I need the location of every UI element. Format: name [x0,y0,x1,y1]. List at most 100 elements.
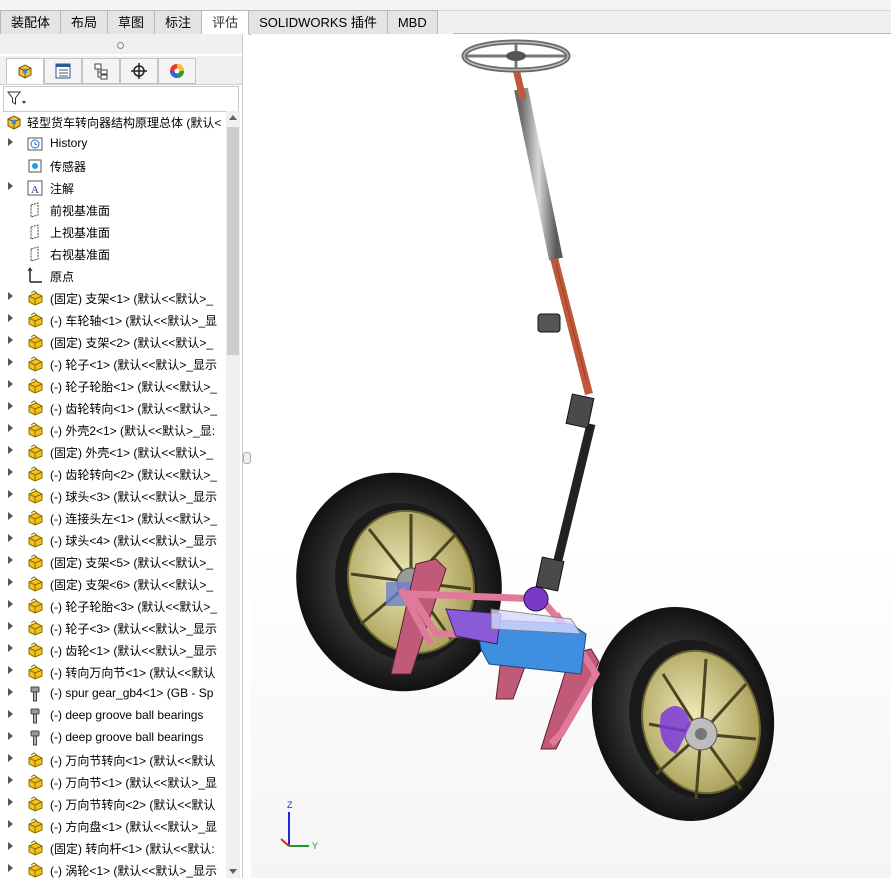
expand-arrow-icon[interactable] [8,644,13,652]
tree-item-component[interactable]: (固定) 支架<5> (默认<<默认>_ [0,551,226,573]
part-icon [26,641,44,659]
left-wheel[interactable] [268,446,530,718]
tree-item-component[interactable]: (-) 轮子轮胎<1> (默认<<默认>_ [0,375,226,397]
tree-item-sensor[interactable]: 传感器 [0,155,226,177]
tab-evaluate[interactable]: 评估 [202,10,250,35]
configuration-manager-tab[interactable] [82,58,120,84]
tree-item-origin[interactable]: 原点 [0,265,226,287]
scroll-down-icon[interactable] [229,869,237,874]
expand-arrow-icon[interactable] [8,798,13,806]
expand-arrow-icon[interactable] [8,578,13,586]
tree-item-component[interactable]: (-) 齿轮转向<1> (默认<<默认>_ [0,397,226,419]
expand-arrow-icon[interactable] [8,556,13,564]
tree-item-component[interactable]: (-) 球头<4> (默认<<默认>_显示 [0,529,226,551]
tree-item-component[interactable]: (-) 连接头左<1> (默认<<默认>_ [0,507,226,529]
tree-item-component[interactable]: (-) 齿轮转向<2> (默认<<默认>_ [0,463,226,485]
expand-arrow-icon[interactable] [8,424,13,432]
expand-arrow-icon[interactable] [8,754,13,762]
part-icon [26,553,44,571]
panel-splitter[interactable] [243,34,251,878]
expand-arrow-icon[interactable] [8,622,13,630]
property-manager-tab[interactable] [44,58,82,84]
expand-arrow-icon[interactable] [8,138,13,146]
tree-item-component[interactable]: (固定) 转向杆<1> (默认<<默认: [0,837,226,859]
expand-arrow-icon[interactable] [8,600,13,608]
lower-universal-joint[interactable] [535,556,565,592]
tab-solidworks-addins[interactable]: SOLIDWORKS 插件 [249,10,388,35]
expand-arrow-icon[interactable] [8,512,13,520]
tree-item-component[interactable]: (-) 轮子<1> (默认<<默认>_显示 [0,353,226,375]
tree-root-assembly[interactable]: 轻型货车转向器结构原理总体 (默认< [0,111,226,133]
tree-item-component[interactable]: (-) 万向节转向<2> (默认<<默认 [0,793,226,815]
expand-arrow-icon[interactable] [8,864,13,872]
dimxpert-manager-tab[interactable] [120,58,158,84]
expand-arrow-icon[interactable] [8,336,13,344]
expand-arrow-icon[interactable] [8,468,13,476]
tree-item-toolbox[interactable]: (-) deep groove ball bearings [0,727,226,749]
toolbox-icon [26,729,44,747]
tree-item-component[interactable]: (-) 方向盘<1> (默认<<默认>_显 [0,815,226,837]
expand-arrow-icon[interactable] [8,314,13,322]
expand-arrow-icon[interactable] [8,776,13,784]
expand-arrow-icon[interactable] [8,182,13,190]
tab-markup[interactable]: 标注 [155,10,203,35]
tree-item-toolbox[interactable]: (-) deep groove ball bearings [0,705,226,727]
right-wheel[interactable] [570,587,797,840]
tree-item-plane[interactable]: 右视基准面 [0,243,226,265]
tree-item-label: (固定) 外壳<1> (默认<<默认>_ [50,446,214,460]
tree-item-plane[interactable]: 上视基准面 [0,221,226,243]
tree-item-toolbox[interactable]: (-) spur gear_gb4<1> (GB - Sp [0,683,226,705]
tree-item-label: 原点 [50,270,75,284]
expand-arrow-icon[interactable] [8,358,13,366]
tab-mbd[interactable]: MBD [387,10,438,35]
tree-item-component[interactable]: (-) 万向节<1> (默认<<默认>_显 [0,771,226,793]
tab-sketch[interactable]: 草图 [108,10,156,35]
column-clamp[interactable] [537,313,561,333]
universal-joint[interactable] [565,393,595,429]
expand-arrow-icon[interactable] [8,820,13,828]
tree-item-plane[interactable]: 前视基准面 [0,199,226,221]
tab-layout[interactable]: 布局 [61,10,109,35]
tree-item-component[interactable]: (-) 车轮轴<1> (默认<<默认>_显 [0,309,226,331]
expand-arrow-icon[interactable] [8,732,13,740]
tree-item-component[interactable]: (-) 球头<3> (默认<<默认>_显示 [0,485,226,507]
tree-item-annotation[interactable]: A 注解 [0,177,226,199]
expand-arrow-icon[interactable] [8,666,13,674]
expand-arrow-icon[interactable] [8,534,13,542]
tree-item-component[interactable]: (固定) 外壳<1> (默认<<默认>_ [0,441,226,463]
tree-item-component[interactable]: (-) 轮子轮胎<3> (默认<<默认>_ [0,595,226,617]
expand-arrow-icon[interactable] [8,710,13,718]
column-tube[interactable] [514,87,563,261]
expand-arrow-icon[interactable] [8,292,13,300]
scroll-up-icon[interactable] [229,115,237,120]
tree-item-history[interactable]: History [0,133,226,155]
tree-item-component[interactable]: (-) 外壳2<1> (默认<<默认>_显: [0,419,226,441]
steering-assembly-model[interactable]: Z Y [251,34,891,878]
tree-item-component[interactable]: (-) 齿轮<1> (默认<<默认>_显示 [0,639,226,661]
feature-manager-tab[interactable] [6,58,44,84]
expand-arrow-icon[interactable] [8,380,13,388]
filter-field[interactable] [3,86,239,112]
tree-item-component[interactable]: (-) 轮子<3> (默认<<默认>_显示 [0,617,226,639]
steering-wheel[interactable] [461,39,571,73]
splitter-handle-icon[interactable] [243,452,251,464]
tree-item-component[interactable]: (固定) 支架<1> (默认<<默认>_ [0,287,226,309]
tree-scrollbar[interactable] [226,111,240,878]
scrollbar-thumb[interactable] [227,127,239,355]
tree-item-component[interactable]: (-) 万向节转向<1> (默认<<默认 [0,749,226,771]
display-manager-tab[interactable] [158,58,196,84]
graphics-area[interactable]: Z Y [251,34,891,878]
manager-tabs: › [0,56,242,100]
tree-item-component[interactable]: (-) 涡轮<1> (默认<<默认>_显示 [0,859,226,878]
expand-arrow-icon[interactable] [8,688,13,696]
expand-arrow-icon[interactable] [8,490,13,498]
panel-grip[interactable] [0,34,242,54]
tab-assembly[interactable]: 装配体 [0,10,62,35]
tree-item-component[interactable]: (固定) 支架<6> (默认<<默认>_ [0,573,226,595]
tree-item-component[interactable]: (固定) 支架<2> (默认<<默认>_ [0,331,226,353]
expand-arrow-icon[interactable] [8,446,13,454]
expand-arrow-icon[interactable] [8,402,13,410]
expand-arrow-icon[interactable] [8,842,13,850]
steering-column[interactable] [512,68,596,592]
tree-item-component[interactable]: (-) 转向万向节<1> (默认<<默认 [0,661,226,683]
